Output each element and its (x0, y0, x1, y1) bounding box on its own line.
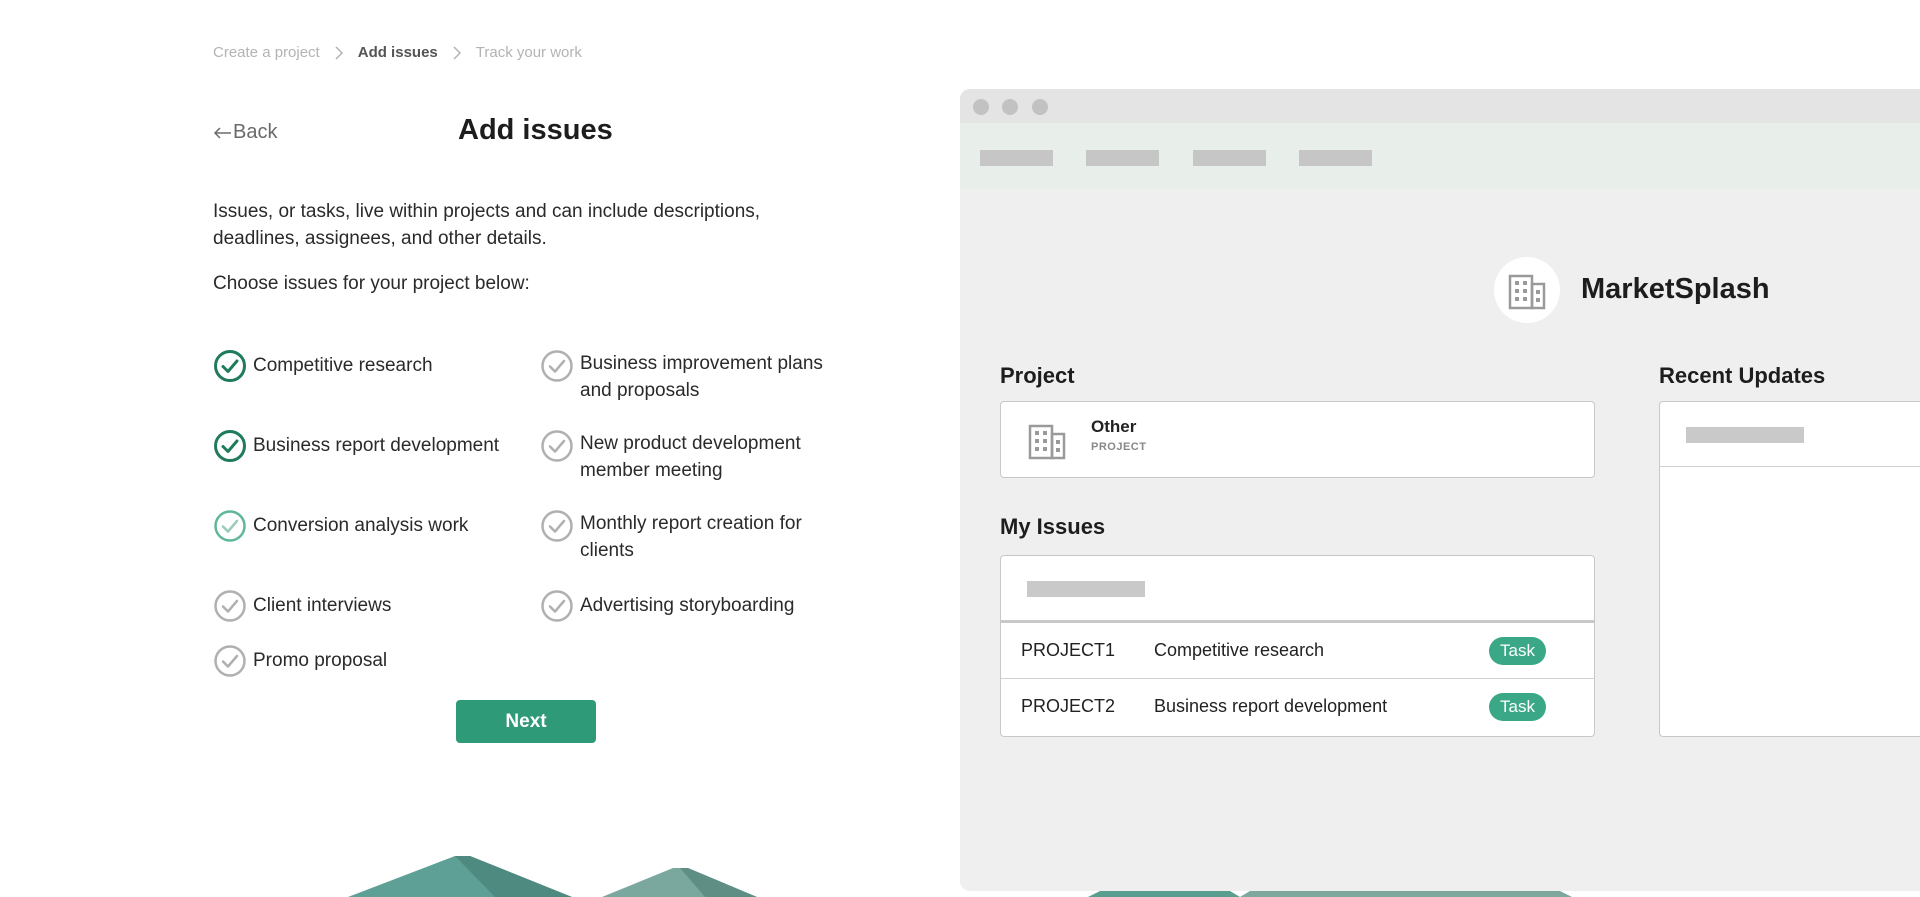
issue-option-business-improvement[interactable]: Business improvement plans and proposals (540, 350, 840, 404)
check-circle-icon (540, 509, 574, 543)
window-dot (1002, 99, 1018, 115)
issue-summary: Competitive research (1154, 640, 1325, 660)
issue-row: PROJECT1 Competitive research Task (1001, 620, 1594, 679)
project-heading: Project (1000, 363, 1075, 388)
check-circle-icon (213, 349, 247, 383)
breadcrumb: Create a project Add issues Track your w… (213, 44, 582, 61)
check-circle-icon (213, 644, 247, 678)
my-issues-heading: My Issues (1000, 514, 1106, 539)
building-icon (1508, 274, 1546, 310)
issue-type-badge: Task (1489, 693, 1546, 721)
issue-option-competitive-research[interactable]: Competitive research (213, 349, 503, 383)
next-button[interactable]: Next (456, 700, 596, 743)
check-circle-icon (540, 349, 574, 383)
page-title: Add issues (458, 114, 613, 146)
check-circle-icon (540, 589, 574, 623)
breadcrumb-add-issues: Add issues (357, 44, 438, 61)
issue-option-label: Advertising storyboarding (580, 595, 795, 616)
issue-option-advertising-storyboarding[interactable]: Advertising storyboarding (540, 589, 840, 623)
nav-placeholder (1193, 150, 1266, 166)
issue-option-business-report[interactable]: Business report development (213, 429, 533, 463)
issue-key: PROJECT2 (1021, 696, 1116, 716)
issue-option-label: Promo proposal (253, 650, 388, 671)
issue-option-label: Competitive research (253, 355, 433, 376)
project-card: Other PROJECT (1000, 401, 1595, 478)
back-button[interactable]: Back (213, 121, 277, 144)
project-name: Other (1091, 417, 1137, 436)
back-label: Back (233, 121, 278, 143)
placeholder-bar (1686, 427, 1804, 443)
description-text: Issues, or tasks, live within projects a… (213, 201, 761, 249)
building-icon (1027, 420, 1067, 465)
placeholder-bar (1027, 581, 1145, 597)
check-circle-icon (213, 509, 247, 543)
issue-type-badge: Task (1489, 637, 1546, 665)
window-dot (1032, 99, 1048, 115)
arrow-left-icon (213, 126, 231, 139)
issue-summary: Business report development (1154, 696, 1388, 716)
my-issues-card: PROJECT1 Competitive research Task PROJE… (1000, 555, 1595, 737)
company-avatar (1494, 257, 1560, 323)
issue-key: PROJECT1 (1021, 640, 1116, 660)
window-dot (973, 99, 989, 115)
nav-placeholder (1086, 150, 1159, 166)
recent-updates-card (1659, 401, 1920, 737)
company-name: MarketSplash (1581, 273, 1770, 305)
issue-option-conversion-analysis[interactable]: Conversion analysis work (213, 509, 513, 543)
issue-option-label: Conversion analysis work (253, 515, 469, 536)
issue-option-promo-proposal[interactable]: Promo proposal (213, 644, 513, 678)
issue-option-label: Client interviews (253, 595, 392, 616)
issue-option-new-product-meeting[interactable]: New product development member meeting (540, 430, 840, 484)
recent-updates-heading: Recent Updates (1659, 363, 1826, 388)
chevron-right-icon (448, 45, 466, 61)
card-divider (1660, 466, 1920, 467)
breadcrumb-track-work: Track your work (475, 44, 582, 61)
check-circle-icon (213, 589, 247, 623)
issue-option-monthly-report[interactable]: Monthly report creation for clients (540, 510, 840, 564)
breadcrumb-create-project[interactable]: Create a project (213, 44, 320, 61)
issue-row: PROJECT2 Business report development Tas… (1001, 678, 1594, 735)
app-preview-window: MarketSplash Project Other PROJECT My Is… (960, 89, 1920, 891)
window-titlebar (960, 89, 1920, 123)
chevron-right-icon (330, 45, 348, 61)
choose-prompt: Choose issues for your project below: (213, 273, 530, 294)
project-type: PROJECT (1091, 441, 1147, 453)
issue-option-label: Business report development (253, 435, 500, 456)
nav-placeholder (980, 150, 1053, 166)
issue-option-label: New product development member meeting (580, 433, 801, 481)
issue-option-client-interviews[interactable]: Client interviews (213, 589, 513, 623)
nav-placeholder (1299, 150, 1372, 166)
check-circle-icon (540, 429, 574, 463)
issue-option-label: Monthly report creation for clients (580, 513, 802, 561)
check-circle-icon (213, 429, 247, 463)
issue-option-label: Business improvement plans and proposals (580, 353, 823, 401)
